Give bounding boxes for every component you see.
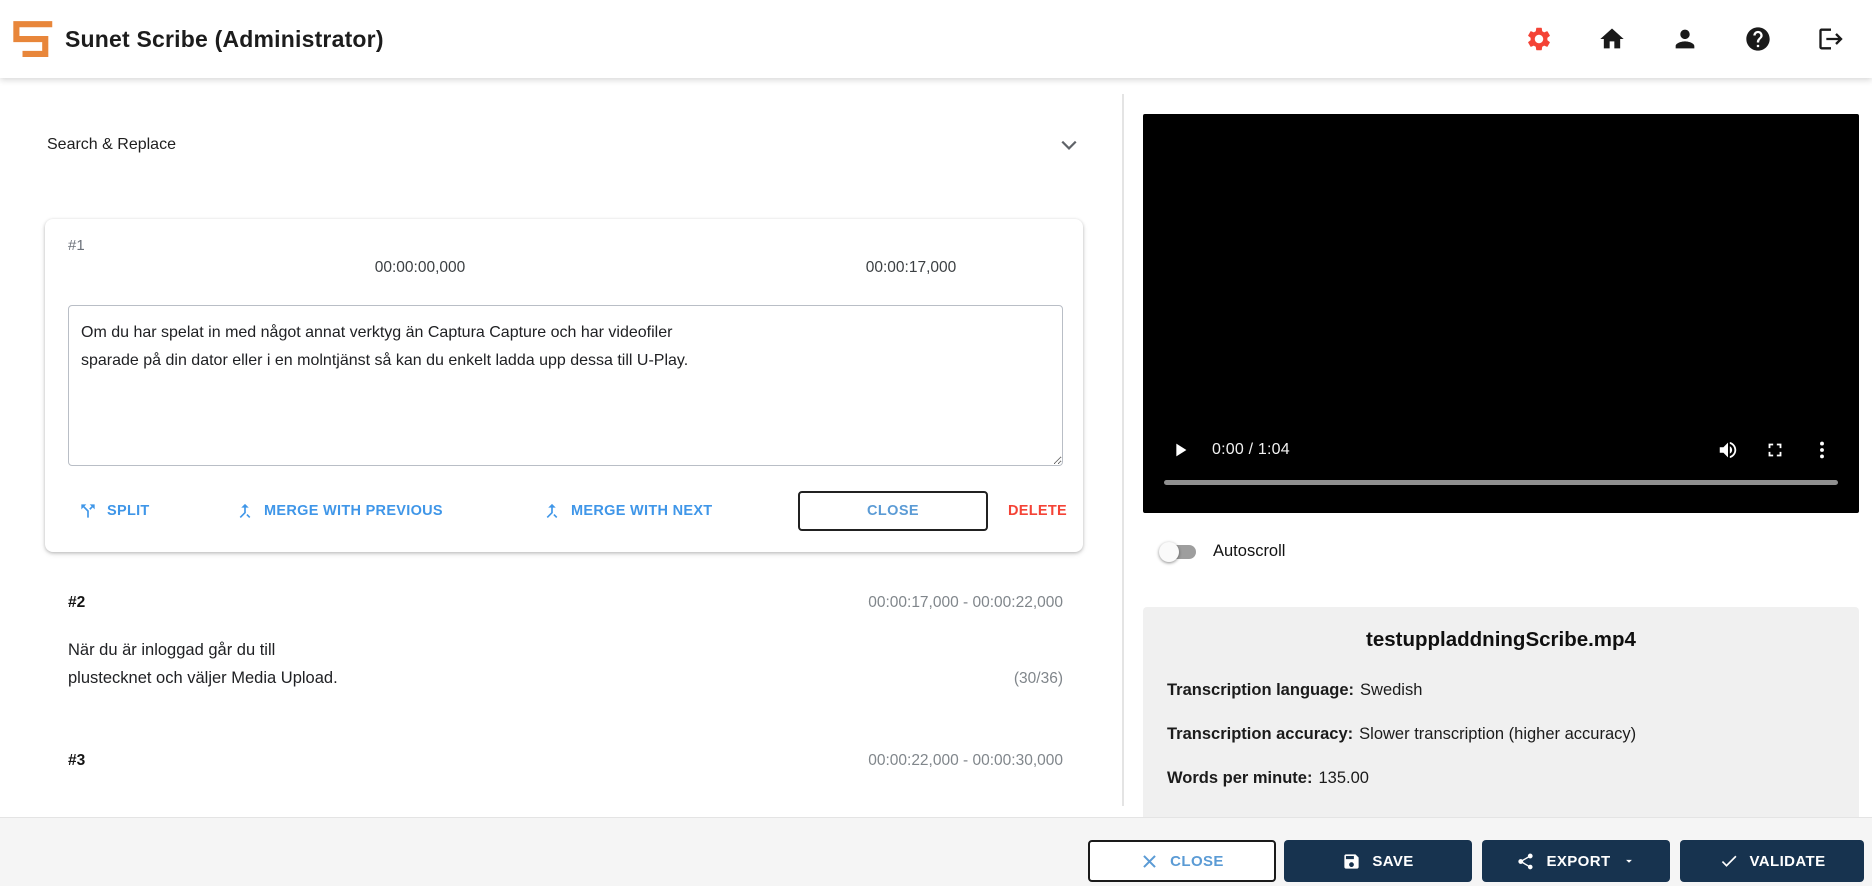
split-button[interactable]: SPLIT [78, 501, 150, 521]
export-button[interactable]: EXPORT [1482, 840, 1670, 882]
info-label: Transcription language: [1167, 681, 1355, 699]
segment-start-time: 00:00:00,000 [374, 259, 466, 276]
app-title: Sunet Scribe (Administrator) [65, 25, 384, 52]
segment-delete-button[interactable]: DELETE [1008, 503, 1067, 519]
video-time-display: 0:00 / 1:04 [1212, 441, 1290, 458]
segment-time-range: 00:00:22,000 - 00:00:30,000 [868, 752, 1063, 767]
info-row-language: Transcription language: Swedish [1167, 681, 1859, 700]
info-value: 135.00 [1318, 769, 1369, 787]
chevron-down-icon[interactable] [1060, 136, 1078, 154]
app-header: Sunet Scribe (Administrator) [0, 0, 1872, 78]
settings-gear-icon[interactable] [1523, 23, 1555, 55]
segment-row-3[interactable]: #3 00:00:22,000 - 00:00:30,000 [68, 752, 1063, 767]
sunet-logo-icon [13, 21, 53, 57]
media-panel: 0:00 / 1:04 Autoscroll testuppladdningSc… [1123, 78, 1872, 817]
merge-with-next-button[interactable]: MERGE WITH NEXT [542, 501, 712, 521]
autoscroll-toggle[interactable] [1159, 541, 1196, 562]
segment-editor-card: #1 00:00:00,000 00:00:17,000 Om du har s… [45, 219, 1083, 552]
segment-number: #3 [68, 752, 86, 767]
header-icon-bar [1523, 23, 1872, 55]
video-player[interactable]: 0:00 / 1:04 [1143, 114, 1859, 513]
more-options-icon[interactable] [1811, 439, 1833, 461]
action-footer: CLOSE SAVE EXPORT VALIDATE [0, 817, 1872, 886]
autoscroll-label: Autoscroll [1213, 542, 1286, 560]
info-row-accuracy: Transcription accuracy: Slower transcript… [1167, 725, 1859, 744]
close-button[interactable]: CLOSE [1088, 840, 1276, 882]
validate-label: VALIDATE [1749, 852, 1826, 870]
merge-next-label: MERGE WITH NEXT [571, 503, 713, 519]
autoscroll-row: Autoscroll [1159, 541, 1286, 562]
segment-number: #1 [68, 237, 85, 254]
split-label: SPLIT [107, 503, 150, 519]
segment-time-range: 00:00:17,000 - 00:00:22,000 [868, 594, 1063, 611]
home-icon[interactable] [1596, 23, 1628, 55]
media-filename: testuppladdningScribe.mp4 [1366, 628, 1636, 651]
play-icon[interactable] [1169, 439, 1191, 461]
media-info-panel: testuppladdningScribe.mp4 Transcription … [1143, 607, 1859, 817]
merge-icon [239, 503, 251, 519]
transcript-panel: Search & Replace #1 00:00:00,000 00:00:1… [0, 78, 1122, 767]
char-counter: (30/36) [1013, 670, 1063, 687]
logout-icon[interactable] [1815, 23, 1847, 55]
segment-row-2[interactable]: #2 00:00:17,000 - 00:00:22,000 [68, 594, 1063, 612]
search-replace-label: Search & Replace [47, 136, 176, 153]
save-label: SAVE [1372, 852, 1414, 870]
toggle-thumb [1159, 541, 1179, 562]
merge-with-previous-button[interactable]: MERGE WITH PREVIOUS [235, 501, 443, 521]
caret-down-icon [1625, 859, 1632, 863]
check-icon [1721, 855, 1736, 867]
user-icon[interactable] [1669, 23, 1701, 55]
save-button[interactable]: SAVE [1284, 840, 1472, 882]
segment-end-time: 00:00:17,000 [865, 259, 957, 276]
segment-number: #2 [68, 594, 86, 611]
share-icon [1518, 853, 1534, 869]
segment-close-button[interactable]: CLOSE [798, 491, 988, 531]
call-split-icon [81, 504, 95, 518]
info-label: Words per minute: [1167, 769, 1313, 787]
main-content: Search & Replace #1 00:00:00,000 00:00:1… [0, 78, 1872, 817]
video-controls: 0:00 / 1:04 [1143, 434, 1859, 466]
close-x-icon [1143, 854, 1156, 868]
merge-previous-label: MERGE WITH PREVIOUS [264, 503, 443, 519]
info-label: Transcription accuracy: [1167, 725, 1354, 743]
info-value: Swedish [1360, 681, 1423, 699]
search-replace-accordion[interactable]: Search & Replace [47, 130, 1078, 160]
segment-text-line: När du är inloggad går du till [68, 641, 276, 659]
save-icon [1344, 853, 1359, 869]
video-progress-bar[interactable] [1164, 480, 1838, 485]
segment-text-input[interactable]: Om du har spelat in med något annat verk… [68, 305, 1063, 466]
export-label: EXPORT [1546, 852, 1611, 870]
help-icon[interactable] [1742, 23, 1774, 55]
merge-icon [546, 503, 558, 519]
volume-icon[interactable] [1717, 439, 1739, 461]
info-value: Slower transcription (higher accuracy) [1359, 725, 1637, 743]
info-row-wpm: Words per minute: 135.00 [1167, 769, 1859, 788]
fullscreen-icon[interactable] [1764, 439, 1786, 461]
brand: Sunet Scribe (Administrator) [0, 18, 384, 60]
validate-button[interactable]: VALIDATE [1680, 840, 1864, 882]
close-label: CLOSE [1170, 852, 1224, 870]
